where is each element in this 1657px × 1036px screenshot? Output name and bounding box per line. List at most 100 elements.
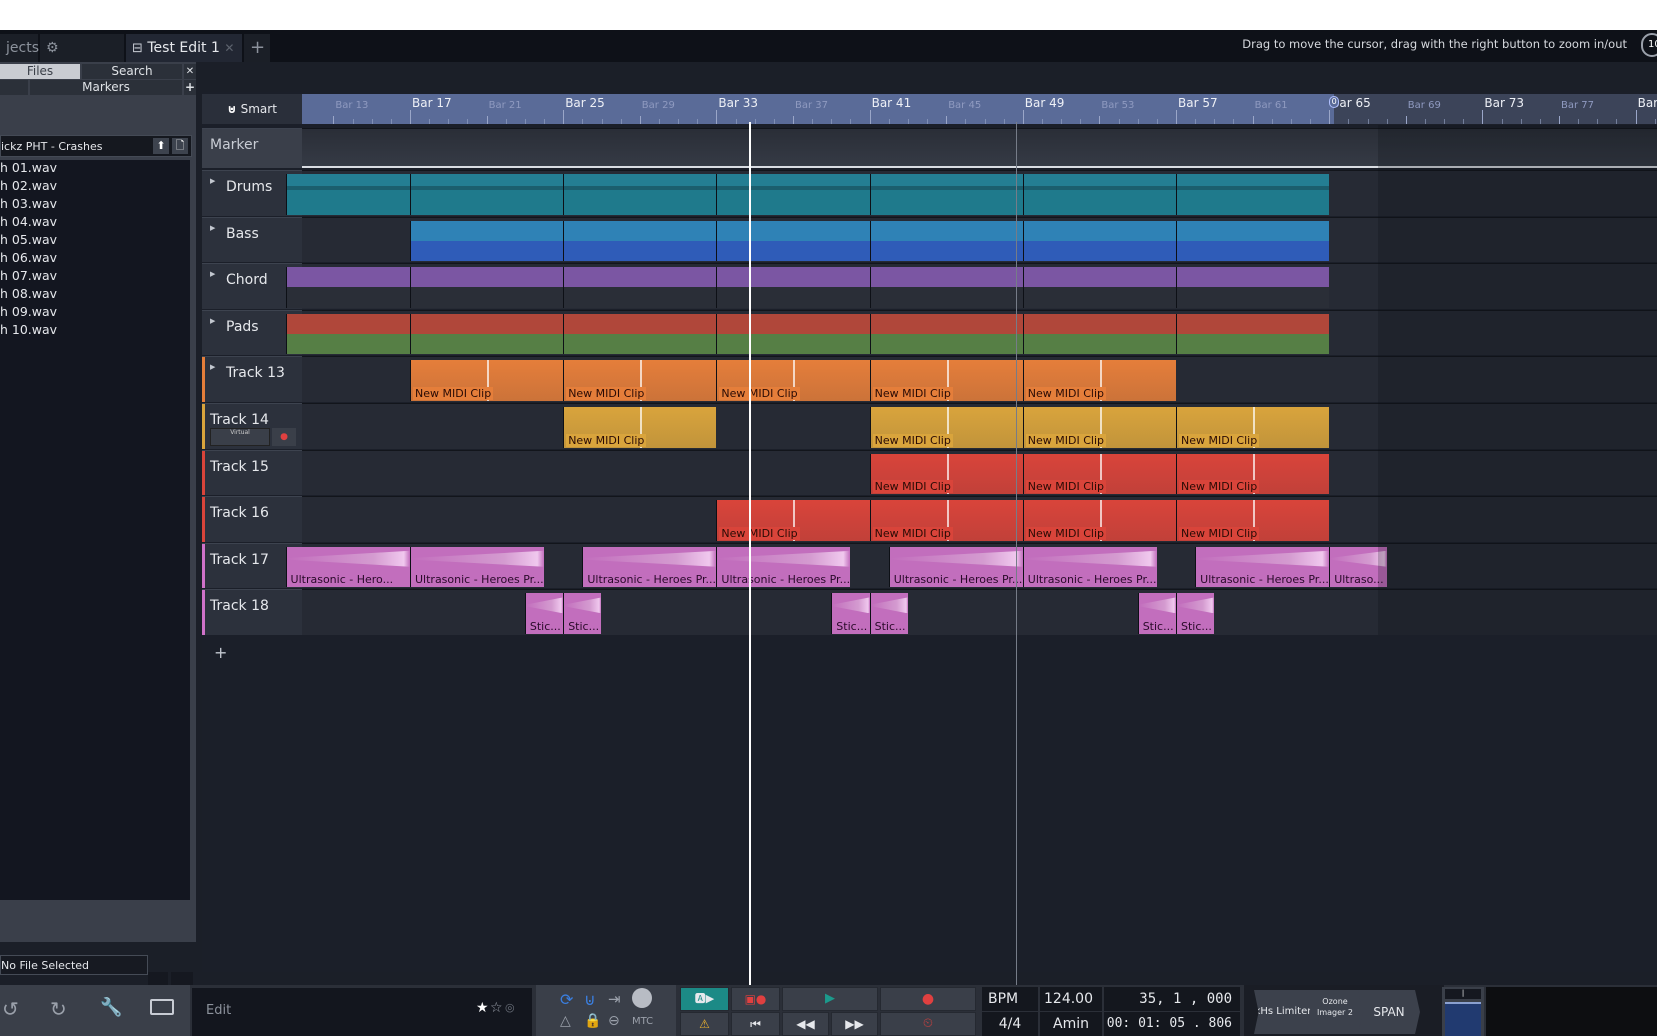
clip[interactable]	[716, 267, 870, 308]
clip[interactable]	[869, 174, 1023, 215]
clip[interactable]	[869, 267, 1023, 308]
record-button[interactable]: ●	[880, 987, 976, 1011]
file-item[interactable]: h 03.wav	[0, 196, 57, 211]
midi-clip[interactable]: New MIDI Clip	[716, 360, 870, 401]
file-item[interactable]: h 10.wav	[0, 322, 57, 337]
rewind-button[interactable]: ◀◀	[782, 1012, 829, 1036]
add-tab-button[interactable]: +	[244, 34, 270, 62]
clip[interactable]	[716, 220, 870, 262]
track-input-selector[interactable]: Virtual	[210, 428, 270, 446]
clip[interactable]	[563, 313, 717, 355]
record-mode-button[interactable]: ⏲	[880, 1012, 976, 1036]
metronome-icon[interactable]: △	[560, 1013, 571, 1029]
clip[interactable]	[410, 220, 564, 262]
return-icon[interactable]: ⊖	[608, 1013, 620, 1029]
midi-din-icon[interactable]	[632, 988, 652, 1008]
file-item[interactable]: h 07.wav	[0, 268, 57, 283]
midi-clip[interactable]: New MIDI Clip	[869, 360, 1023, 401]
midi-clip[interactable]: New MIDI Clip	[563, 360, 717, 401]
expand-arrow-icon[interactable]: ▶	[210, 317, 215, 325]
audio-clip[interactable]: Stic...	[1176, 593, 1215, 634]
wrench-icon[interactable]: 🔧	[100, 997, 122, 1018]
clip[interactable]	[410, 267, 564, 308]
clip[interactable]	[869, 313, 1023, 355]
file-item[interactable]: h 09.wav	[0, 304, 57, 319]
midi-clip[interactable]: New MIDI Clip	[1176, 453, 1330, 495]
track-header[interactable]: Track 16	[202, 496, 302, 542]
browser-tab-blank[interactable]	[0, 80, 28, 95]
position-time[interactable]: 00: 01: 05 . 806	[1104, 1012, 1240, 1036]
track-header[interactable]: Track 15	[202, 449, 302, 496]
edit-name-label[interactable]: Edit	[206, 1003, 231, 1018]
timeline-ruler[interactable]: Bar 13 Bar 17 Bar 21 Bar 25 Bar 29 Bar 33 Bar …	[302, 94, 1657, 124]
audio-clip[interactable]: Stic...	[524, 593, 564, 634]
file-item[interactable]: h 02.wav	[0, 178, 57, 193]
add-track-button[interactable]: +	[214, 643, 227, 662]
midi-clip[interactable]: New MIDI Clip	[716, 500, 870, 541]
plugin-khs-limiter[interactable]: kHs Limiter	[1254, 990, 1312, 1034]
clip[interactable]	[716, 313, 870, 355]
position-bars[interactable]: 35, 1 , 000	[1104, 987, 1240, 1011]
audio-clip[interactable]: Stic...	[869, 593, 908, 634]
midi-clip[interactable]: New MIDI Clip	[410, 360, 564, 401]
audio-clip[interactable]: Ultrasonic - Heroes Pr...	[716, 546, 851, 588]
snap-mode-button[interactable]: ⊍ Smart	[202, 94, 302, 124]
midi-clip[interactable]: New MIDI Clip	[869, 407, 1023, 448]
file-item[interactable]: h 04.wav	[0, 214, 57, 229]
midi-clip[interactable]: New MIDI Clip	[1176, 407, 1330, 448]
clip[interactable]	[1176, 313, 1330, 355]
midi-clip[interactable]: New MIDI Clip	[1022, 453, 1176, 495]
bpm-value[interactable]: 124.00	[1040, 987, 1102, 1011]
record-arm-icon[interactable]: ●	[272, 428, 296, 446]
new-folder-icon[interactable]: 🗋	[172, 138, 188, 154]
file-item[interactable]: h 06.wav	[0, 250, 57, 265]
playhead-cursor[interactable]	[749, 122, 751, 1000]
clip[interactable]	[1022, 313, 1176, 355]
track-header[interactable]: Track 14 Virtual ●	[202, 403, 302, 449]
audio-clip[interactable]: Stic...	[831, 593, 870, 634]
expand-arrow-icon[interactable]: ▶	[210, 177, 215, 185]
punch-icon[interactable]: ⇥	[608, 990, 621, 1008]
expand-arrow-icon[interactable]: ▶	[210, 224, 215, 232]
track-header[interactable]: Track 18	[202, 589, 302, 635]
audio-clip[interactable]: Ultrasonic - Heroes Pr...	[888, 546, 1023, 588]
browser-tab-search[interactable]: Search	[82, 64, 182, 79]
file-item[interactable]: h 05.wav	[0, 232, 57, 247]
clip[interactable]	[1022, 267, 1176, 308]
close-tab-icon[interactable]: ✕	[224, 41, 234, 55]
snap-magnet-icon[interactable]: ⊍	[584, 990, 596, 1009]
plugin-span[interactable]: SPAN	[1358, 990, 1420, 1034]
midi-clip[interactable]: New MIDI Clip	[1022, 407, 1176, 448]
midi-clip[interactable]: New MIDI Clip	[869, 500, 1023, 541]
midi-clip[interactable]: New MIDI Clip	[869, 453, 1023, 495]
audio-clip[interactable]: Stic...	[563, 593, 602, 634]
track-header[interactable]: ▶ Track 13	[202, 356, 302, 402]
play-button[interactable]: ▶	[782, 987, 878, 1011]
star-filled-icon[interactable]: ★	[476, 1000, 489, 1016]
time-signature[interactable]: 4/4	[982, 1012, 1038, 1036]
parent-folder-icon[interactable]: ⬆	[153, 138, 169, 154]
clip[interactable]	[285, 313, 410, 355]
tab-projects[interactable]: jects	[0, 34, 39, 62]
mtc-toggle[interactable]: MTC	[632, 1016, 653, 1027]
expand-arrow-icon[interactable]: ▶	[210, 270, 215, 278]
midi-clip[interactable]: New MIDI Clip	[1022, 360, 1176, 401]
midi-clip[interactable]: New MIDI Clip	[1022, 500, 1176, 541]
audio-clip[interactable]: Stic...	[1137, 593, 1176, 634]
expand-arrow-icon[interactable]: ▶	[210, 363, 215, 371]
clip[interactable]	[285, 174, 410, 215]
fast-forward-button[interactable]: ▶▶	[831, 1012, 878, 1036]
marker-track-header[interactable]: Marker	[202, 128, 302, 168]
auto-record-button[interactable]: ▣●	[731, 987, 780, 1011]
midi-clip[interactable]: New MIDI Clip	[563, 407, 717, 448]
clip[interactable]	[563, 267, 717, 308]
close-browser-icon[interactable]: ✕	[184, 64, 196, 79]
clip[interactable]	[410, 313, 564, 355]
audio-clip[interactable]: Ultrasonic - Heroes Pr...	[410, 546, 545, 588]
zoom-level-badge[interactable]: 10	[1641, 33, 1657, 57]
clip[interactable]	[1022, 174, 1176, 215]
lock-icon[interactable]: 🔒	[584, 1013, 601, 1029]
clip[interactable]	[285, 267, 410, 308]
keyboard-icon[interactable]	[150, 999, 174, 1015]
track-header[interactable]: ▶ Bass	[202, 216, 302, 263]
